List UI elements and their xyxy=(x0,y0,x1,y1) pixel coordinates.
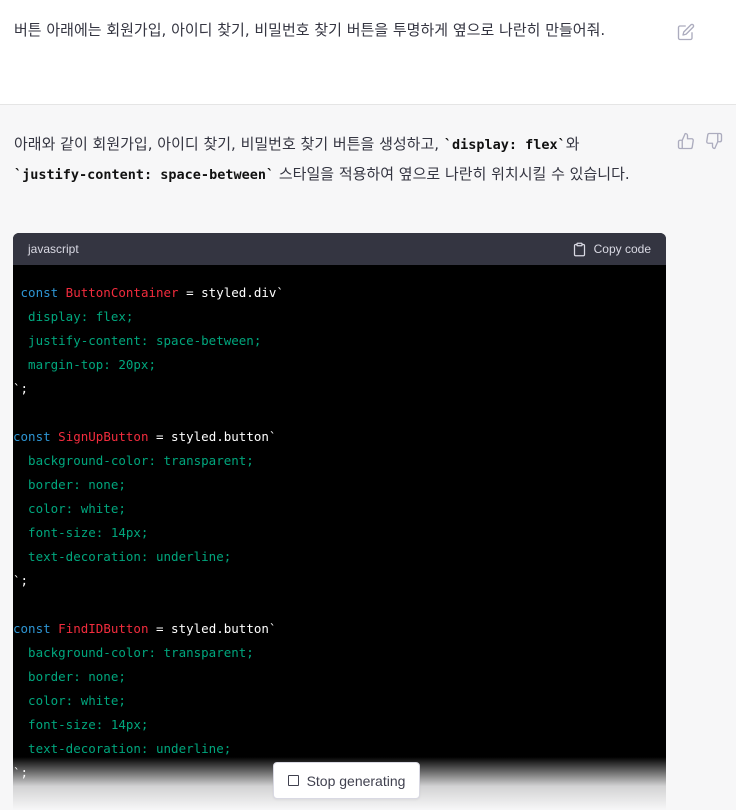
stop-generating-label: Stop generating xyxy=(306,772,406,789)
thumbs-down-icon[interactable] xyxy=(705,132,723,150)
code-token: const xyxy=(13,429,51,444)
code-token: font-size: 14px; xyxy=(13,525,149,540)
code-token: const xyxy=(13,621,51,636)
inline-code-display-flex: `display: flex` xyxy=(443,137,566,153)
user-message: 버튼 아래에는 회원가입, 아이디 찾기, 비밀번호 찾기 버튼을 투명하게 옆… xyxy=(0,0,736,105)
code-token: = styled.div` xyxy=(178,285,284,300)
copy-code-button[interactable]: Copy code xyxy=(572,242,651,257)
code-line: background-color: transparent; xyxy=(13,641,666,665)
code-token: text-decoration: underline; xyxy=(13,741,232,756)
code-token: FindIDButton xyxy=(50,621,149,636)
code-line: const FindIDButton = styled.button` xyxy=(13,617,666,641)
assistant-text-part: 스타일을 적용하여 옆으로 나란히 위치시킬 수 있습니다. xyxy=(274,165,630,183)
code-token: = styled.button` xyxy=(148,429,277,444)
code-token: border: none; xyxy=(13,477,126,492)
thumbs-up-icon[interactable] xyxy=(677,132,695,150)
code-line: display: flex; xyxy=(13,305,666,329)
code-token: font-size: 14px; xyxy=(13,717,149,732)
code-token: color: white; xyxy=(13,501,126,516)
edit-icon[interactable] xyxy=(677,23,695,41)
code-line: `; xyxy=(13,377,666,401)
code-line: `; xyxy=(13,569,666,593)
code-token: const xyxy=(13,285,59,300)
clipboard-icon xyxy=(573,242,585,256)
code-line: border: none; xyxy=(13,665,666,689)
code-token: display: flex; xyxy=(13,309,134,324)
code-token: `; xyxy=(13,765,29,780)
code-header: javascript Copy code xyxy=(13,233,666,265)
code-token: text-decoration: underline; xyxy=(13,549,232,564)
code-line: text-decoration: underline; xyxy=(13,545,666,569)
stop-icon xyxy=(287,775,299,786)
code-line: justify-content: space-between; xyxy=(13,329,666,353)
code-token: justify-content: space-between; xyxy=(13,333,262,348)
code-line: margin-top: 20px; xyxy=(13,353,666,377)
code-line: text-decoration: underline; xyxy=(13,737,666,761)
code-token: ButtonContainer xyxy=(58,285,179,300)
code-line: font-size: 14px; xyxy=(13,521,666,545)
code-token: margin-top: 20px; xyxy=(13,357,156,372)
stop-generating-button[interactable]: Stop generating xyxy=(273,762,420,799)
assistant-text-part: 아래와 같이 회원가입, 아이디 찾기, 비밀번호 찾기 버튼을 생성하고, xyxy=(14,135,444,153)
code-token: background-color: transparent; xyxy=(13,645,254,660)
code-line: background-color: transparent; xyxy=(13,449,666,473)
code-body: const ButtonContainer = styled.div` disp… xyxy=(13,265,666,785)
code-line: const ButtonContainer = styled.div` xyxy=(13,281,666,305)
code-block: javascript Copy code const ButtonContain… xyxy=(13,233,666,810)
code-line: border: none; xyxy=(13,473,666,497)
code-token: background-color: transparent; xyxy=(13,453,254,468)
code-language-label: javascript xyxy=(28,242,79,256)
code-line: font-size: 14px; xyxy=(13,713,666,737)
copy-code-label: Copy code xyxy=(593,242,651,256)
code-line: const SignUpButton = styled.button` xyxy=(13,425,666,449)
code-line: color: white; xyxy=(13,689,666,713)
code-token: border: none; xyxy=(13,669,126,684)
inline-code-justify-content: `justify-content: space-between` xyxy=(14,167,275,183)
code-line: color: white; xyxy=(13,497,666,521)
assistant-message-text: 아래와 같이 회원가입, 아이디 찾기, 비밀번호 찾기 버튼을 생성하고, `… xyxy=(14,130,666,190)
assistant-text-part: 와 xyxy=(565,135,580,153)
code-token: = styled.button` xyxy=(148,621,277,636)
code-token: SignUpButton xyxy=(50,429,149,444)
code-token: color: white; xyxy=(13,693,126,708)
code-token: `; xyxy=(13,381,29,396)
user-message-text: 버튼 아래에는 회원가입, 아이디 찾기, 비밀번호 찾기 버튼을 투명하게 옆… xyxy=(14,21,606,39)
code-token: `; xyxy=(13,573,29,588)
